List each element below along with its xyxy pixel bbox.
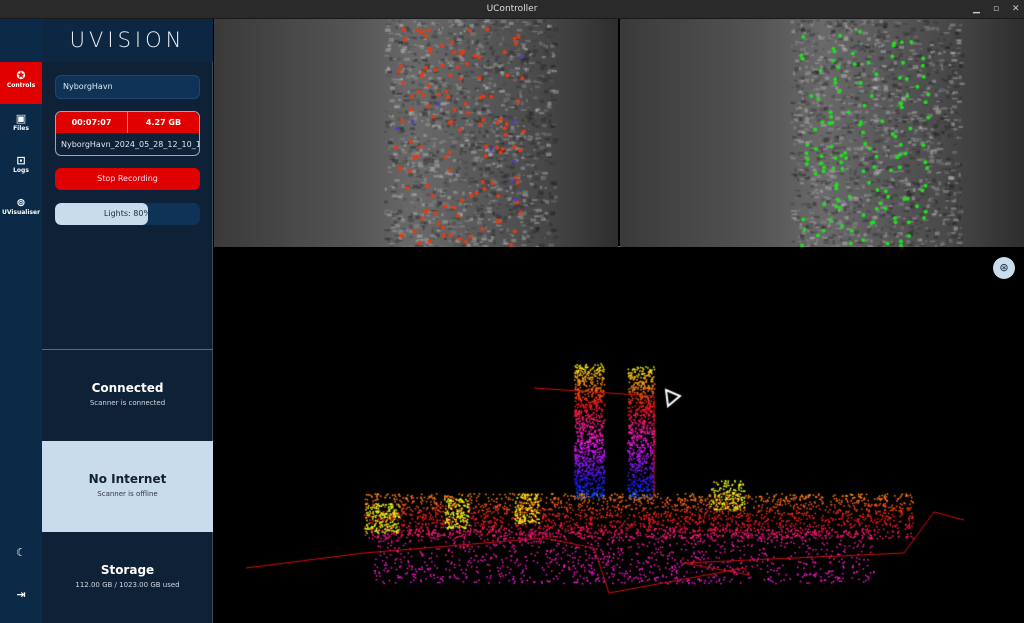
nav-rail: ✪ Controls ▣ Files ⊡ Logs ⊚ UVisualiser ☾ ⇥: [0, 19, 42, 623]
nav-item-logs[interactable]: ⊡ Logs: [0, 147, 42, 189]
images-icon: ▣: [15, 112, 27, 125]
lights-label: Lights: 80%: [103, 209, 152, 218]
status-subtitle: 112.00 GB / 1023.00 GB used: [75, 581, 180, 589]
camera-feed-left: [214, 19, 618, 247]
uvision-logo: UVISION: [42, 19, 213, 62]
logout-icon: ⇥: [16, 588, 26, 601]
camera-feeds: [214, 19, 1024, 247]
status-title: Storage: [100, 563, 155, 577]
point-cloud-viewer[interactable]: [214, 248, 1024, 623]
status-subtitle: Scanner is offline: [97, 490, 158, 498]
status-internet: No Internet Scanner is offline: [42, 441, 213, 532]
status-storage: Storage 112.00 GB / 1023.00 GB used: [42, 532, 213, 623]
minimize-icon[interactable]: ▁: [973, 0, 980, 19]
camera-feed-right: [620, 19, 1024, 247]
logout-button[interactable]: ⇥: [0, 581, 42, 623]
cube-focus-icon: ⊚: [16, 196, 26, 209]
nav-item-uvisualiser[interactable]: ⊚ UVisualiser: [0, 189, 42, 231]
theme-toggle[interactable]: ☾: [0, 539, 42, 581]
window-title: UController: [486, 4, 538, 14]
nav-label: Controls: [6, 82, 36, 89]
stop-recording-button[interactable]: Stop Recording: [55, 168, 200, 190]
lights-slider[interactable]: Lights: 80%: [55, 203, 200, 225]
control-panel: UVISION NyborgHavn 00:07:07 4.27 GB Nybor…: [42, 19, 213, 623]
nav-item-controls[interactable]: ✪ Controls: [0, 62, 42, 104]
status-connection: Connected Scanner is connected: [42, 350, 213, 441]
recenter-icon: ⊛: [999, 261, 1009, 274]
nav-label: UVisualiser: [1, 209, 41, 216]
status-title: Connected: [91, 381, 164, 395]
recording-size: 4.27 GB: [145, 118, 182, 127]
close-icon[interactable]: ✕: [1012, 0, 1020, 19]
nav-label: Logs: [13, 167, 29, 174]
recording-info: 00:07:07 4.27 GB NyborgHavn_2024_05_28_12…: [55, 111, 200, 156]
maximize-icon[interactable]: ▫: [993, 0, 999, 19]
recenter-view-button[interactable]: ⊛: [993, 257, 1015, 279]
status-subtitle: Scanner is connected: [89, 399, 166, 407]
recording-filename: NyborgHavn_2024_05_28_12_10_1: [61, 140, 199, 149]
nav-label: Files: [13, 125, 29, 132]
status-title: No Internet: [88, 472, 167, 486]
recording-elapsed: 00:07:07: [56, 112, 128, 133]
aperture-icon: ✪: [16, 69, 26, 82]
title-bar: UController: [0, 0, 1024, 19]
nav-item-files[interactable]: ▣ Files: [0, 105, 42, 147]
moon-icon: ☾: [16, 546, 26, 559]
terminal-icon: ⊡: [16, 154, 26, 167]
site-name-field[interactable]: NyborgHavn: [55, 75, 200, 99]
